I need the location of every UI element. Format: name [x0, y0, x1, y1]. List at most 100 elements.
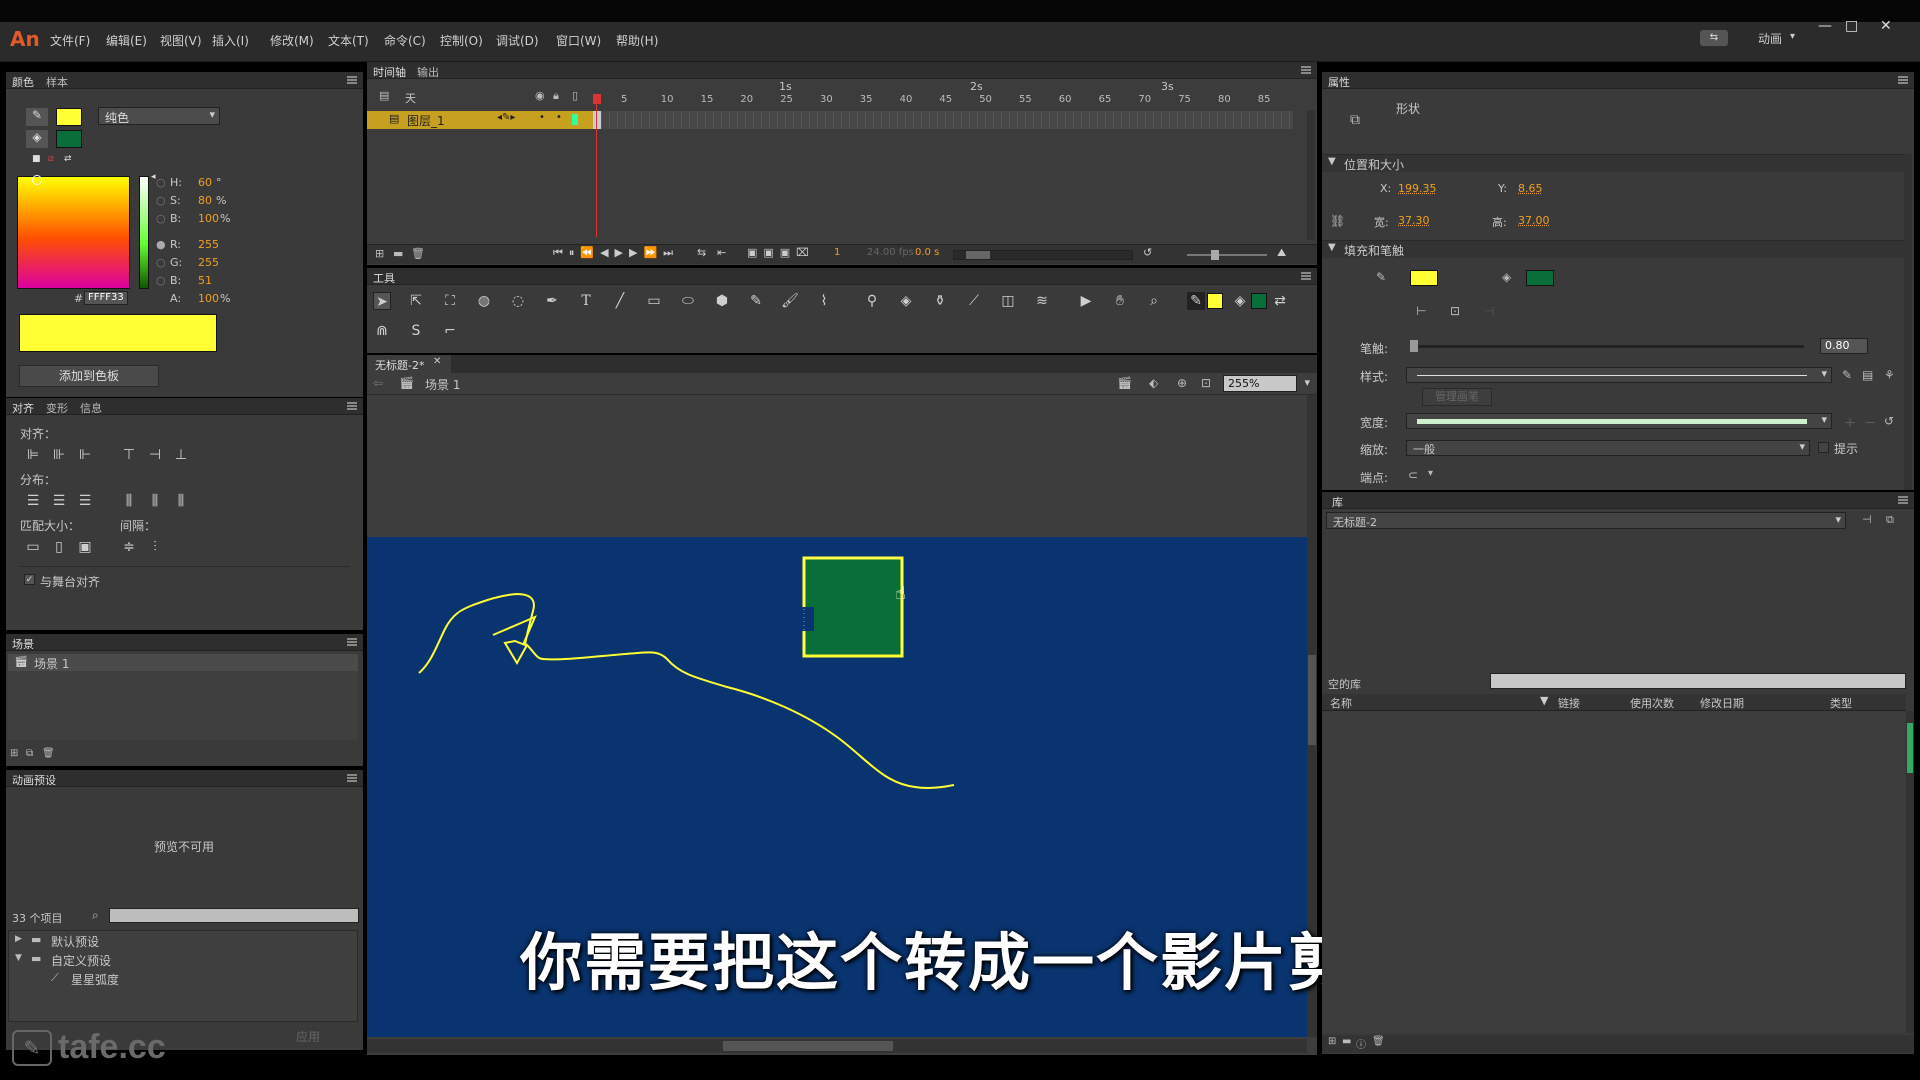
timeline-scrollbar-h[interactable] [953, 250, 1133, 260]
preset-item[interactable]: 星星弧度 [71, 971, 119, 988]
scale-select[interactable]: 一般 ▾ [1406, 440, 1810, 456]
menu-item[interactable]: 视图(V) [160, 32, 202, 49]
link-icon[interactable]: ⛓︎ [1330, 214, 1345, 228]
distribute-left-icon[interactable]: ⫼ [120, 492, 138, 510]
preset-search-input[interactable] [109, 908, 359, 923]
selection-tool-icon[interactable]: ➤ [373, 292, 391, 310]
timeline-scrollbar-v[interactable] [1307, 110, 1315, 240]
value-b[interactable]: 100 [198, 212, 219, 225]
pin-library-icon[interactable]: ⊣ [1862, 513, 1872, 526]
stroke-color-chip[interactable] [1207, 293, 1223, 309]
width-select[interactable]: ▾ [1406, 413, 1832, 429]
column-date-modified[interactable]: 修改日期 [1700, 695, 1744, 711]
column-linkage[interactable]: 链接 [1558, 695, 1580, 711]
3d-rotation-tool-icon[interactable]: ◍ [475, 292, 493, 310]
align-right-icon[interactable]: ⊩ [76, 446, 94, 464]
layer-row[interactable]: ▤ 图层_1 ◂✎▸ • • [367, 111, 593, 129]
tab-swatches[interactable]: 样本 [46, 74, 68, 90]
brush-tool-icon[interactable]: ⌇ [815, 292, 833, 310]
manage-brushes-button[interactable]: 管理画笔 [1422, 388, 1492, 406]
stroke-color-swatch[interactable] [56, 108, 82, 126]
layer-name[interactable]: 图层_1 [407, 112, 445, 129]
delete-scene-icon[interactable]: 🗑︎ [42, 748, 55, 759]
hue-slider[interactable] [139, 176, 149, 289]
eye-icon[interactable]: ◉ [535, 89, 545, 102]
preset-folder-default[interactable]: 默认预设 [51, 933, 99, 950]
panel-menu-icon[interactable] [347, 638, 357, 646]
properties-icon[interactable]: ⓘ [1356, 1036, 1366, 1051]
polystar-tool-icon[interactable]: ⬢ [713, 292, 731, 310]
cap-icon[interactable]: ⊂ [1408, 468, 1418, 482]
black-white-icon[interactable]: ■ [32, 154, 41, 164]
back-arrow-icon[interactable]: ⇦ [373, 376, 383, 390]
no-color-icon[interactable]: ⧄ [48, 154, 54, 164]
value-bl[interactable]: 51 [198, 274, 212, 287]
layer-lock-dot[interactable]: • [556, 112, 562, 123]
keyframe[interactable] [593, 111, 601, 129]
align-top-icon[interactable]: ⊤ [120, 446, 138, 464]
x-value[interactable]: 199.35 [1398, 182, 1437, 195]
new-folder-icon[interactable]: ▬ [1342, 1036, 1351, 1047]
radio-bl[interactable]: ○ [156, 274, 166, 287]
match-width-icon[interactable]: ▭ [24, 538, 42, 556]
align-hcenter-icon[interactable]: ⊪ [50, 446, 68, 464]
collapse-arrow-icon[interactable]: ▼ [15, 953, 22, 963]
scene-list-item[interactable]: 🎬︎ 场景 1 [8, 654, 358, 671]
workspace-chevron-down-icon[interactable]: ▾ [1790, 31, 1795, 42]
lock-icon[interactable]: 🔒︎ [553, 89, 559, 103]
camera-tool-icon[interactable]: ▶ [1077, 292, 1095, 310]
menu-item[interactable]: 命令(C) [384, 32, 426, 49]
text-tool-icon[interactable]: T [577, 292, 595, 310]
frame-row[interactable] [593, 111, 1293, 129]
scroll-thumb[interactable] [723, 1041, 893, 1051]
subselection-tool-icon[interactable]: ⇱ [407, 292, 425, 310]
current-frame[interactable]: 1 [834, 247, 840, 258]
column-use-count[interactable]: 使用次数 [1630, 695, 1674, 711]
stroke-align-outside-icon[interactable]: ⊣ [1484, 304, 1494, 318]
workspace-switcher[interactable]: 动画 [1758, 30, 1782, 47]
panel-menu-icon[interactable] [347, 774, 357, 782]
distribute-right-icon[interactable]: ⫼ [172, 492, 190, 510]
w-value[interactable]: 37.30 [1398, 214, 1430, 227]
sync-settings-icon[interactable]: ⇆ [1700, 30, 1728, 46]
stroke-pencil-icon[interactable]: ✎ [26, 108, 48, 126]
remove-width-icon[interactable]: － [1864, 414, 1876, 431]
ink-bottle-tool-icon[interactable]: ⚱ [931, 292, 949, 310]
hex-field[interactable]: FFFF33 [84, 291, 128, 305]
stroke-align-center-icon[interactable]: ⊡ [1450, 304, 1460, 318]
scroll-thumb[interactable] [1308, 655, 1316, 745]
menu-item[interactable]: 帮助(H) [616, 32, 658, 49]
panel-menu-icon[interactable] [347, 402, 357, 410]
radio-r[interactable]: ● [156, 238, 166, 251]
clip-stage-icon[interactable]: ⊡ [1201, 376, 1211, 390]
scroll-thumb[interactable] [966, 251, 990, 259]
swap-colors-icon[interactable]: ⇄ [64, 154, 72, 164]
zoom-select[interactable]: 255% ▾ [1223, 375, 1310, 392]
menu-item[interactable]: 插入(I) [212, 32, 249, 49]
menu-item[interactable]: 文件(F) [50, 32, 90, 49]
column-type[interactable]: 类型 [1830, 695, 1852, 711]
panel-menu-icon[interactable] [1898, 76, 1908, 84]
line-tool-icon[interactable]: ╱ [611, 292, 629, 310]
value-a[interactable]: 100 [198, 292, 219, 305]
align-vcenter-icon[interactable]: ⊣ [146, 446, 164, 464]
edit-style-icon[interactable]: ✎ [1842, 368, 1852, 382]
distribute-hcenter-icon[interactable]: ⫼ [146, 492, 164, 510]
frame-ruler[interactable]: 1s 2s 3s 5 10 15 20 25 30 35 40 45 50 55 60 65 70 75 80… [593, 80, 1293, 110]
add-width-icon[interactable]: ＋ [1844, 414, 1856, 431]
rectangle-tool-icon[interactable]: ▭ [645, 292, 663, 310]
value-s[interactable]: 80 [198, 194, 212, 207]
style-select[interactable]: ▾ [1406, 367, 1832, 383]
match-height-icon[interactable]: ▯ [50, 538, 68, 556]
spectrum-cursor[interactable] [32, 175, 42, 185]
oval-tool-icon[interactable]: ⬭ [679, 292, 697, 310]
column-name[interactable]: 名称 [1330, 695, 1352, 711]
fill-color-swatch[interactable] [56, 130, 82, 148]
layer-visibility-dot[interactable]: • [539, 112, 545, 123]
stroke-slider-thumb[interactable] [1410, 340, 1418, 352]
menu-item[interactable]: 修改(M) [270, 32, 314, 49]
edit-scene-icon[interactable]: 🎬︎ [1117, 376, 1132, 390]
tab-color[interactable]: 颜色 [12, 74, 34, 90]
reset-width-icon[interactable]: ↺ [1884, 414, 1894, 428]
tab-transform[interactable]: 变形 [46, 400, 68, 416]
